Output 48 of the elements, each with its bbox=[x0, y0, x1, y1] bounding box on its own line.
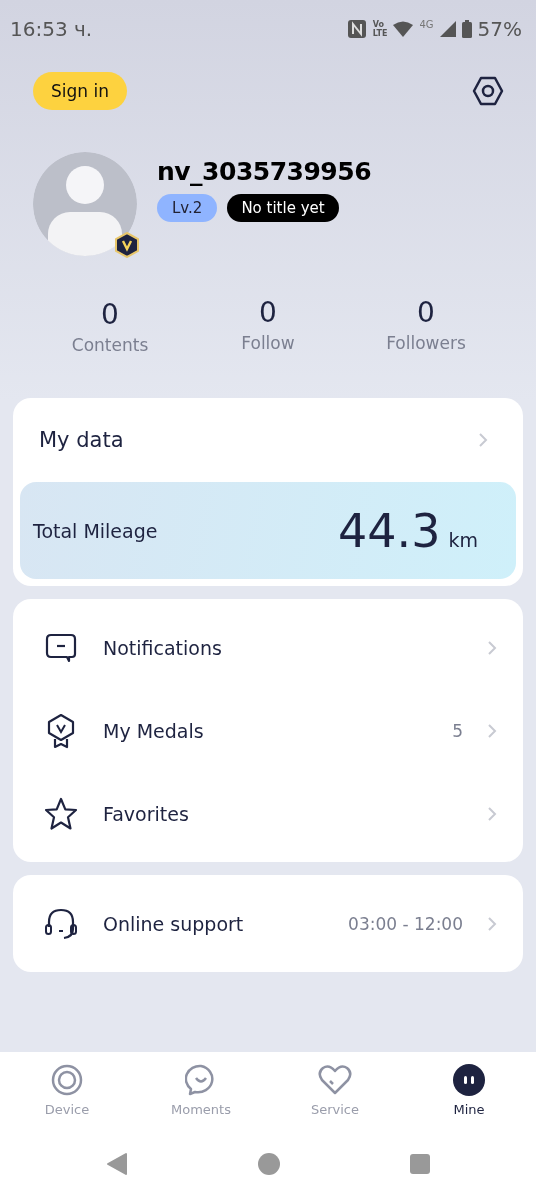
status-time: 16:53 ч. bbox=[10, 17, 93, 41]
menu-label: Online support bbox=[103, 912, 245, 935]
menu-item[interactable]: Favorites bbox=[13, 772, 523, 855]
back-icon[interactable] bbox=[106, 1152, 128, 1176]
network-type: 4G bbox=[419, 19, 434, 30]
my-data-title[interactable]: My data bbox=[39, 428, 124, 452]
star-icon bbox=[43, 796, 79, 831]
volte-indicator: Vo LTE bbox=[372, 20, 388, 38]
chevron-icon[interactable] bbox=[478, 432, 488, 448]
stat-value[interactable]: 0 bbox=[259, 296, 277, 329]
stat-value[interactable]: 0 bbox=[101, 298, 119, 331]
menu-item[interactable]: My Medals 5 bbox=[13, 689, 523, 772]
sign-in-button[interactable]: Sign in bbox=[33, 72, 127, 110]
level-badge: Lv.2 bbox=[157, 193, 218, 222]
mileage-panel[interactable]: Total Mileage 44.3 km bbox=[20, 482, 516, 579]
v-badge-icon bbox=[115, 232, 139, 258]
stat-value[interactable]: 0 bbox=[417, 296, 435, 329]
headset-icon bbox=[43, 906, 79, 941]
menu-label: My Medals bbox=[103, 719, 205, 742]
chat-smile-icon bbox=[185, 1064, 217, 1096]
heart-icon bbox=[318, 1064, 352, 1096]
menu-label: Notifications bbox=[103, 636, 223, 659]
menu-item[interactable]: Notifications bbox=[13, 606, 523, 689]
battery-icon bbox=[461, 20, 472, 38]
menu-label: Favorites bbox=[103, 802, 190, 825]
chevron-icon bbox=[487, 915, 497, 932]
mileage-label: Total Mileage bbox=[33, 519, 158, 542]
mileage-unit: km bbox=[448, 528, 478, 551]
wifi-icon bbox=[393, 21, 414, 37]
settings-icon[interactable] bbox=[472, 75, 504, 107]
face-icon bbox=[453, 1064, 485, 1096]
ring-icon bbox=[51, 1064, 83, 1096]
menu-value: 03:00 - 12:00 bbox=[348, 913, 463, 934]
signal-icon bbox=[439, 21, 456, 37]
chevron-icon bbox=[487, 805, 497, 822]
chevron-icon bbox=[487, 639, 497, 656]
title-badge: No title yet bbox=[227, 193, 339, 222]
message-icon bbox=[43, 632, 79, 663]
nfc-icon bbox=[346, 19, 367, 39]
home-icon[interactable] bbox=[258, 1153, 280, 1175]
mileage-value: 44.3 bbox=[338, 503, 441, 558]
recents-icon[interactable] bbox=[410, 1154, 430, 1174]
menu-value: 5 bbox=[452, 720, 463, 741]
battery-percent: 57% bbox=[477, 17, 522, 41]
username: nv_3035739956 bbox=[157, 156, 372, 186]
menu-item[interactable]: Online support 03:00 - 12:00 bbox=[13, 882, 523, 965]
nav-tab[interactable]: Mine bbox=[402, 1064, 536, 1134]
chevron-icon bbox=[487, 722, 497, 739]
